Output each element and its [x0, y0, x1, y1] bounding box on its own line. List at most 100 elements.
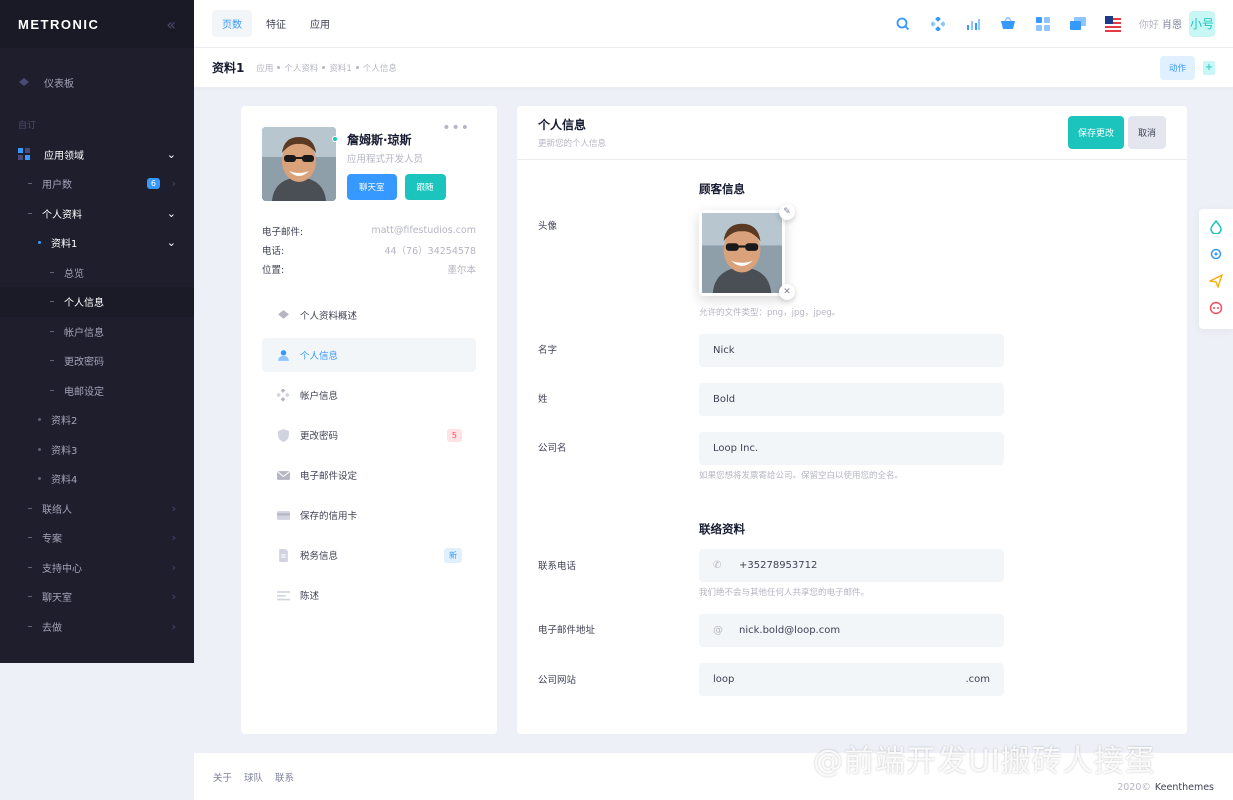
sidebar-item-dashboard[interactable]: 仪表板 [0, 68, 194, 98]
menu-item-label: 陈述 [300, 591, 320, 602]
header-nav-apps[interactable]: 应用 [300, 10, 340, 37]
more-options-icon[interactable]: ••• [442, 120, 470, 136]
header-nav-pages[interactable]: 页数 [212, 10, 252, 37]
website-input[interactable]: loop .com [699, 663, 1004, 696]
contact-email-value[interactable]: matt@fifestudios.com [371, 225, 476, 236]
menu-item-overview[interactable]: 个人资料概述 [262, 298, 476, 332]
contact-phone-row: 电话: 44（76）34254578 [262, 240, 476, 259]
sidebar-item-personal[interactable]: 个人信息 [0, 287, 194, 317]
sidebar-item-contacts[interactable]: 联络人 › [0, 494, 194, 524]
menu-item-card[interactable]: 保存的信用卡 [262, 498, 476, 532]
copyright-company[interactable]: Keenthemes [1155, 782, 1214, 793]
sidebar-item-label: 仪表板 [44, 79, 74, 91]
chevron-down-icon: ⌄ [166, 147, 176, 161]
layers-icon [276, 308, 290, 322]
profile-photo [262, 127, 336, 201]
first-name-input[interactable]: Nick [699, 334, 1004, 367]
email-label: 电子邮件地址 [538, 625, 596, 636]
menu-item-account[interactable]: 帐户信息 [262, 378, 476, 412]
sidebar-item-chat[interactable]: 聊天室 › [0, 582, 194, 612]
company-input[interactable]: Loop Inc. [699, 432, 1004, 465]
cancel-button[interactable]: 取消 [1127, 116, 1166, 149]
save-button[interactable]: 保存更改 [1067, 116, 1124, 149]
menu-item-statements[interactable]: 陈述 [262, 578, 476, 612]
apps-grid-icon[interactable] [1034, 15, 1052, 33]
sidebar-item-profile2[interactable]: 资料2 [0, 405, 194, 435]
profile-contacts: 电子邮件: matt@fifestudios.com 电话: 44（76）342… [262, 221, 476, 278]
sidebar-item-support[interactable]: 支持中心 › [0, 553, 194, 583]
bullet-line-icon [50, 330, 54, 332]
sidebar-item-profile3[interactable]: 资料3 [0, 435, 194, 465]
sidebar-item-email[interactable]: 电邮设定 [0, 376, 194, 406]
profile-name[interactable]: 詹姆斯·琼斯 [347, 131, 446, 148]
copyright-year: 2020© [1117, 782, 1151, 793]
drop-icon[interactable] [1209, 219, 1223, 237]
users-count-badge: 6 [146, 178, 160, 190]
footer-link-contact[interactable]: 联系 [275, 770, 294, 784]
bullet-line-icon [50, 301, 54, 303]
contact-email-row: 电子邮件: matt@fifestudios.com [262, 221, 476, 240]
close-icon[interactable]: ✕ [779, 284, 795, 300]
footer-link-team[interactable]: 球队 [244, 770, 263, 784]
menu-item-password[interactable]: 更改密码 5 [262, 418, 476, 452]
add-button[interactable]: + [1203, 60, 1215, 75]
email-input[interactable]: @ nick.bold@loop.com [699, 614, 1004, 647]
chat-icon[interactable] [1069, 15, 1087, 33]
user-greeting[interactable]: 你好 肖恩 [1139, 16, 1182, 31]
sidebar-toggle-icon[interactable]: « [166, 15, 176, 34]
chart-bar-icon[interactable] [964, 15, 982, 33]
cart-icon[interactable] [999, 15, 1017, 33]
sidebar-item-overview[interactable]: 总览 [0, 258, 194, 288]
search-icon[interactable] [894, 15, 912, 33]
sidebar-item-account[interactable]: 帐户信息 [0, 317, 194, 347]
flag-us-icon[interactable] [1104, 15, 1122, 33]
brand-logo[interactable]: METRONIC [18, 17, 99, 32]
gear-icon[interactable] [1209, 247, 1223, 264]
document-icon [276, 548, 290, 562]
send-icon[interactable] [1207, 273, 1224, 291]
menu-item-email[interactable]: 电子邮件设定 [262, 458, 476, 492]
last-name-input[interactable]: Bold [699, 383, 1004, 416]
sidebar-item-todo[interactable]: 去做 › [0, 612, 194, 642]
company-label: 公司名 [538, 443, 567, 454]
footer-links: 关于 球队 联系 [213, 770, 294, 784]
header-nav-features[interactable]: 特征 [256, 10, 296, 37]
footer-link-about[interactable]: 关于 [213, 770, 232, 784]
chat-button[interactable]: 聊天室 [347, 174, 397, 200]
contact-phone-value: 44（76）34254578 [384, 245, 476, 257]
sidebar-item-profile1[interactable]: 资料1 ⌄ [0, 228, 194, 258]
phone-hint: 我们绝不会与其他任何人共享您的电子邮件。 [699, 588, 870, 598]
follow-button[interactable]: 跟随 [404, 174, 446, 200]
pencil-icon[interactable]: ✎ [779, 204, 795, 220]
breadcrumb-item[interactable]: 资料1 [329, 62, 351, 74]
menu-item-personal[interactable]: 个人信息 [262, 338, 476, 372]
sidebar-item-users[interactable]: 用户数 6 › [0, 169, 194, 199]
sidebar-item-label: 个人信息 [64, 298, 104, 310]
menu-item-tax[interactable]: 税务信息 新 [262, 538, 476, 572]
breadcrumb-item[interactable]: 个人信息 [363, 62, 397, 74]
first-name-label: 名字 [538, 345, 558, 356]
first-name-value: Nick [713, 345, 735, 356]
phone-label: 联系电话 [538, 561, 577, 572]
bullet-line-icon [28, 566, 32, 568]
profile-role: 应用程式开发人员 [347, 154, 424, 165]
components-icon[interactable] [929, 15, 947, 33]
sidebar-item-label: 电邮设定 [64, 386, 104, 398]
sidebar-item-password[interactable]: 更改密码 [0, 346, 194, 376]
sidebar-item-app[interactable]: 应用领域 ⌄ [0, 140, 194, 170]
bullet-line-icon [28, 507, 32, 509]
phone-input[interactable]: ✆ +35278953712 [699, 549, 1004, 582]
sidebar-item-profile[interactable]: 个人资料 ⌄ [0, 199, 194, 229]
sidebar-item-profile4[interactable]: 资料4 [0, 464, 194, 494]
support-chat-icon[interactable] [1209, 301, 1223, 318]
breadcrumb-item[interactable]: 应用 [256, 62, 273, 74]
sidebar-item-projects[interactable]: 专案 › [0, 523, 194, 553]
breadcrumb: 应用 个人资料 资料1 个人信息 [256, 62, 396, 74]
menu-item-label: 个人资料概述 [300, 311, 358, 322]
sidebar-item-label: 联络人 [42, 504, 72, 516]
actions-button[interactable]: 动作 [1159, 55, 1195, 80]
chevron-right-icon: › [171, 177, 176, 191]
breadcrumb-item[interactable]: 个人资料 [284, 62, 318, 74]
email-value: nick.bold@loop.com [739, 625, 841, 636]
user-avatar[interactable]: 小号 [1189, 10, 1215, 37]
